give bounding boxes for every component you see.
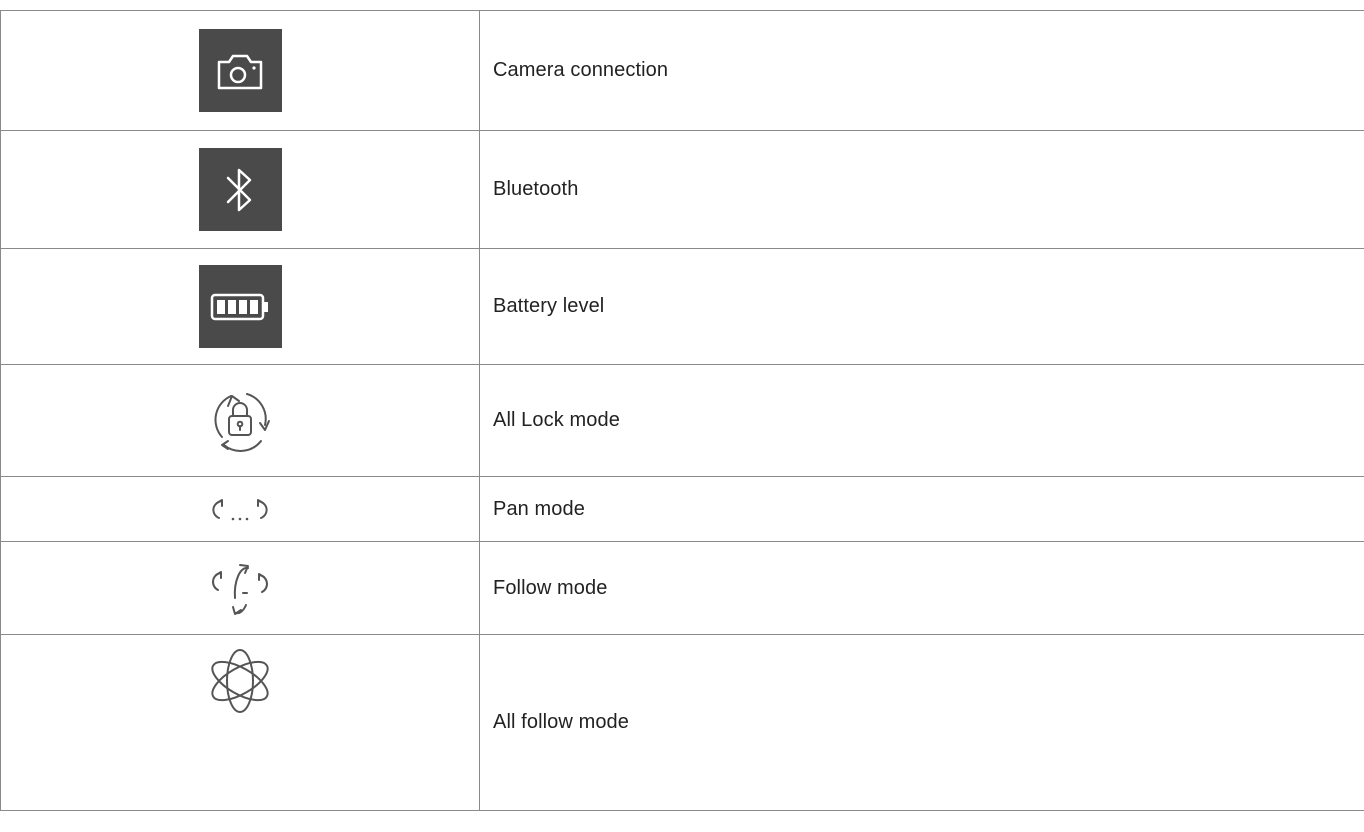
- table-row: All follow mode: [0, 634, 1364, 811]
- icon-cell: [0, 541, 480, 635]
- camera-icon: [198, 29, 282, 112]
- all-lock-mode-icon: [198, 379, 282, 463]
- row-label: Follow mode: [479, 541, 1364, 635]
- table-row: Follow mode: [0, 541, 1364, 635]
- all-follow-mode-icon: [204, 645, 276, 717]
- row-label: Pan mode: [479, 476, 1364, 542]
- row-label: Battery level: [479, 248, 1364, 365]
- table-row: Bluetooth: [0, 130, 1364, 249]
- table-row: Pan mode: [0, 476, 1364, 542]
- icon-cell: [0, 364, 480, 477]
- follow-mode-icon: [200, 553, 280, 623]
- row-label: Camera connection: [479, 10, 1364, 131]
- row-label: All follow mode: [479, 634, 1364, 811]
- row-label: Bluetooth: [479, 130, 1364, 249]
- bluetooth-icon: [198, 148, 282, 231]
- table-row: Camera connection: [0, 10, 1364, 131]
- table-row: All Lock mode: [0, 364, 1364, 477]
- icon-cell: [0, 476, 480, 542]
- icon-cell: [0, 10, 480, 131]
- icon-cell: [0, 248, 480, 365]
- pan-mode-icon: [200, 494, 280, 524]
- icon-cell: [0, 130, 480, 249]
- battery-icon: [198, 265, 282, 348]
- row-label: All Lock mode: [479, 364, 1364, 477]
- table-row: Battery level: [0, 248, 1364, 365]
- icon-legend-table: Camera connection Bluetooth Battery leve…: [0, 10, 1364, 811]
- icon-cell: [0, 634, 480, 811]
